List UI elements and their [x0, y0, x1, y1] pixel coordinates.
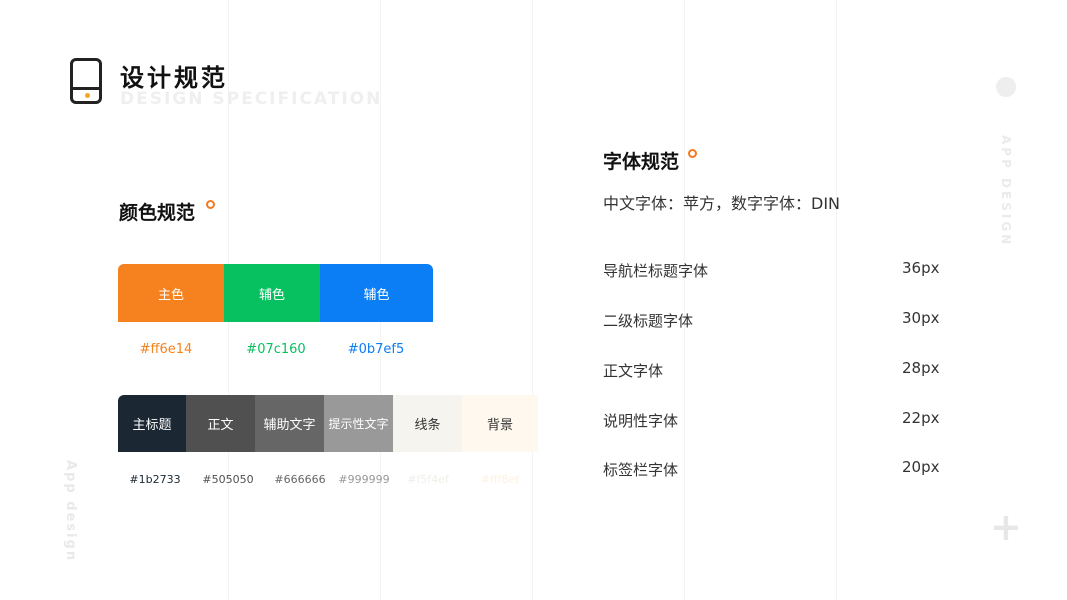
swatch-label: 辅色	[258, 287, 285, 303]
side-label-left: App design	[63, 460, 78, 563]
font-item-size: 20px	[902, 458, 940, 476]
primary-swatch-row: 主色 辅色 辅色	[118, 264, 433, 322]
font-description: 中文字体：苹方，数字字体：DIN	[603, 194, 841, 213]
swatch-label: 辅色	[363, 287, 390, 303]
page-subtitle: DESIGN SPECIFICATION	[120, 89, 383, 109]
phone-icon-dot	[85, 93, 90, 98]
plus-icon: +	[990, 505, 1022, 549]
swatch-label: 辅助文字	[263, 418, 316, 433]
swatch-primary: 主色	[118, 264, 224, 322]
neutral-swatch-row: 主标题 正文 辅助文字 提示性文字 线条 背景	[118, 395, 538, 452]
hex-green: #07c160	[246, 342, 306, 357]
hex-primary: #ff6e14	[139, 342, 193, 357]
guide-line	[532, 0, 533, 600]
font-item-size: 36px	[902, 259, 940, 277]
swatch-line-color: 线条	[393, 395, 462, 452]
font-item-size: 30px	[902, 309, 940, 327]
swatch-label: 正文	[207, 418, 234, 433]
hex-aux-color: #666666	[274, 473, 326, 486]
hex-blue: #0b7ef5	[347, 342, 405, 357]
phone-icon-bar	[73, 87, 99, 90]
font-section-title: 字体规范	[603, 151, 680, 173]
swatch-label: 线条	[414, 418, 441, 433]
swatch-secondary-blue: 辅色	[320, 264, 433, 322]
side-label-right: APP DESIGN	[999, 135, 1013, 248]
guide-line	[684, 0, 685, 600]
font-item-name: 二级标题字体	[603, 312, 694, 330]
hex-body-color: #505050	[202, 473, 254, 486]
circle-decoration	[996, 77, 1016, 97]
swatch-label: 提示性文字	[328, 417, 389, 431]
accent-dot-icon	[688, 149, 697, 158]
page-title: 设计规范	[120, 64, 228, 92]
phone-icon	[70, 58, 102, 104]
swatch-bg-color: 背景	[462, 395, 538, 452]
hex-title-color: #1b2733	[129, 473, 181, 486]
guide-line	[836, 0, 837, 600]
font-item-size: 28px	[902, 359, 940, 377]
font-item-name: 导航栏标题字体	[603, 262, 709, 280]
hex-bg-color: #fff8ef	[480, 473, 520, 486]
swatch-label: 主标题	[132, 418, 172, 433]
font-item-name: 正文字体	[603, 362, 664, 380]
font-item-size: 22px	[902, 409, 940, 427]
swatch-label: 主色	[157, 287, 184, 303]
swatch-secondary-green: 辅色	[224, 264, 320, 322]
swatch-label: 背景	[486, 418, 513, 433]
swatch-hint-color: 提示性文字	[324, 395, 393, 452]
hex-line-color: #f5f4ef	[407, 473, 449, 486]
color-section-title: 颜色规范	[119, 202, 196, 224]
swatch-aux-color: 辅助文字	[255, 395, 324, 452]
accent-dot-icon	[206, 200, 215, 209]
font-item-name: 标签栏字体	[603, 461, 679, 479]
swatch-body-color: 正文	[186, 395, 255, 452]
font-item-name: 说明性字体	[603, 412, 679, 430]
hex-hint-color: #999999	[338, 473, 390, 486]
swatch-title-color: 主标题	[118, 395, 186, 452]
